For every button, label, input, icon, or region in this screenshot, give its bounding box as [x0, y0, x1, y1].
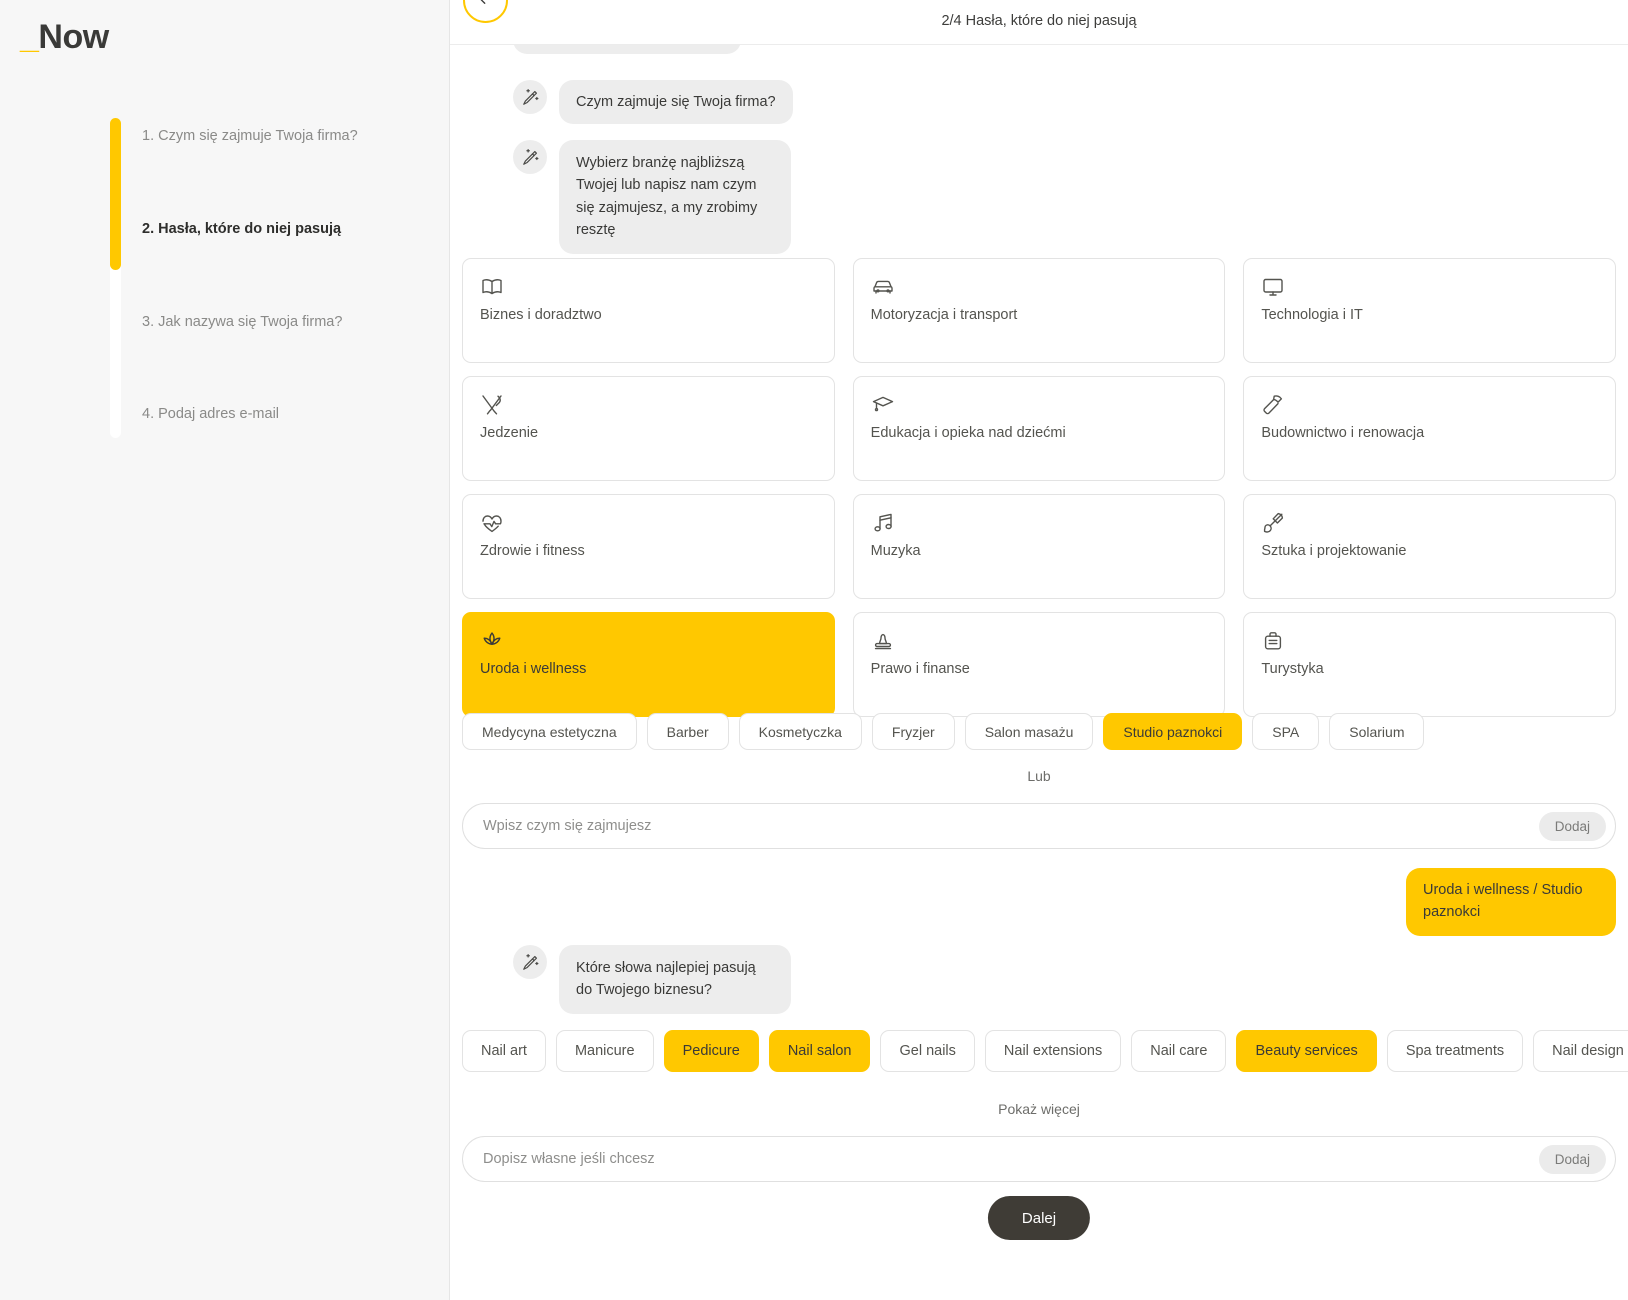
- keyword-chip-spa-treatments[interactable]: Spa treatments: [1386, 1030, 1524, 1072]
- subcategory-chip-medycyna-estetyczna[interactable]: Medycyna estetyczna: [462, 713, 637, 750]
- category-label: Turystyka: [1261, 661, 1324, 677]
- brand-name: Now: [38, 18, 109, 56]
- keyword-chip-row: Nail art Manicure Pedicure Nail salon Ge…: [462, 1030, 1628, 1072]
- car-icon: [871, 275, 895, 299]
- brand-logo: _Now: [20, 18, 109, 57]
- category-label: Muzyka: [870, 543, 921, 559]
- suitcase-icon: [1261, 629, 1285, 653]
- or-divider-label: Lub: [1027, 768, 1051, 784]
- arrow-left-icon: [476, 0, 495, 13]
- keyword-chip-beauty-services[interactable]: Beauty services: [1236, 1030, 1377, 1072]
- brand-underscore: _: [20, 18, 39, 56]
- category-card-uroda-i-wellness[interactable]: Uroda i wellness: [462, 612, 835, 717]
- keyword-add-button[interactable]: Dodaj: [1538, 1144, 1606, 1174]
- subcategory-chip-studio-paznokci[interactable]: Studio paznokci: [1103, 713, 1243, 750]
- category-label: Technologia i IT: [1261, 307, 1363, 323]
- sidebar-step-4[interactable]: 4. Podaj adres e-mail: [142, 406, 279, 422]
- sidebar: _Now 1. Czym się zajmuje Twoja firma? 2.…: [0, 0, 450, 1300]
- category-card-zdrowie-i-fitness[interactable]: Zdrowie i fitness: [462, 494, 835, 599]
- category-label: Jedzenie: [480, 425, 539, 441]
- category-label: Sztuka i projektowanie: [1261, 543, 1407, 559]
- assistant-message-text: Które słowa najlepiej pasują do Twojego …: [559, 945, 791, 1014]
- assistant-message-text: Czym zajmuje się Twoja firma?: [559, 80, 793, 125]
- industry-category-grid: Biznes i doradztwo Motoryzacja i transpo…: [462, 258, 1616, 717]
- category-card-prawo-i-finanse[interactable]: Prawo i finanse: [852, 612, 1226, 717]
- paint-brush-icon: [1261, 511, 1285, 535]
- keyword-chip-gel-nails[interactable]: Gel nails: [880, 1030, 975, 1072]
- category-card-motoryzacja-i-transport[interactable]: Motoryzacja i transport: [852, 258, 1226, 363]
- category-label: Biznes i doradztwo: [480, 307, 602, 323]
- user-message-text: Uroda i wellness / Studio paznokci: [1406, 868, 1616, 936]
- user-message-row: Uroda i wellness / Studio paznokci: [462, 868, 1616, 936]
- conversation-scroll: Czym zajmuje się Twoja firma? Wybierz br…: [450, 0, 1628, 1300]
- subcategory-chip-barber[interactable]: Barber: [646, 713, 729, 750]
- subcategory-chip-row: Medycyna estetyczna Barber Kosmetyczka F…: [462, 713, 1425, 750]
- category-card-turystyka[interactable]: Turystyka: [1243, 612, 1616, 717]
- heart-pulse-icon: [480, 511, 504, 535]
- subcategory-chip-fryzjer[interactable]: Fryzjer: [871, 713, 955, 750]
- category-card-budownictwo-i-renowacja[interactable]: Budownictwo i renowacja: [1243, 376, 1616, 481]
- keyword-input-row[interactable]: Dodaj: [462, 1136, 1616, 1182]
- subcategory-chip-solarium[interactable]: Solarium: [1329, 713, 1425, 750]
- category-label: Budownictwo i renowacja: [1261, 425, 1425, 441]
- category-card-edukacja-i-opieka-nad-dziecmi[interactable]: Edukacja i opieka nad dziećmi: [852, 376, 1226, 481]
- graduation-cap-icon: [871, 393, 895, 417]
- stamp-icon: [871, 629, 895, 653]
- category-card-sztuka-i-projektowanie[interactable]: Sztuka i projektowanie: [1243, 494, 1616, 599]
- category-label: Prawo i finanse: [870, 661, 970, 677]
- show-more-link[interactable]: Pokaż więcej: [462, 1101, 1616, 1117]
- industry-input-row[interactable]: Dodaj: [462, 803, 1616, 849]
- subcategory-chip-spa[interactable]: SPA: [1252, 713, 1320, 750]
- step-title: 2/4 Hasła, które do niej pasują: [941, 13, 1137, 29]
- next-button[interactable]: Dalej: [987, 1196, 1091, 1240]
- keyword-chip-nail-salon[interactable]: Nail salon: [768, 1030, 871, 1072]
- subcategory-chip-kosmetyczka[interactable]: Kosmetyczka: [738, 713, 862, 750]
- step-progress-fill: [110, 118, 121, 270]
- keyword-chip-manicure[interactable]: Manicure: [555, 1030, 654, 1072]
- category-label: Edukacja i opieka nad dziećmi: [870, 425, 1066, 441]
- subcategory-chip-salon-masazu[interactable]: Salon masażu: [964, 713, 1094, 750]
- keyword-chip-nail-extensions[interactable]: Nail extensions: [984, 1030, 1122, 1072]
- monitor-icon: [1261, 275, 1285, 299]
- topbar: 2/4 Hasła, które do niej pasują: [450, 0, 1628, 45]
- category-card-muzyka[interactable]: Muzyka: [852, 494, 1226, 599]
- sidebar-step-1[interactable]: 1. Czym się zajmuje Twoja firma?: [142, 128, 358, 144]
- keyword-chip-nail-art[interactable]: Nail art: [462, 1030, 546, 1072]
- assistant-message-2: Wybierz branżę najbliższą Twojej lub nap…: [513, 140, 791, 254]
- hammer-icon: [1261, 393, 1285, 417]
- keyword-chip-pedicure[interactable]: Pedicure: [663, 1030, 759, 1072]
- cutlery-icon: [480, 393, 504, 417]
- keyword-chip-nail-care[interactable]: Nail care: [1131, 1030, 1227, 1072]
- category-label: Zdrowie i fitness: [480, 543, 585, 559]
- magic-wand-icon: [513, 140, 547, 174]
- category-label: Uroda i wellness: [480, 661, 587, 677]
- onboarding-wizard: _Now 1. Czym się zajmuje Twoja firma? 2.…: [0, 0, 1628, 1300]
- book-icon: [480, 275, 504, 299]
- lotus-flower-icon: [480, 629, 504, 653]
- category-card-biznes-i-doradztwo[interactable]: Biznes i doradztwo: [462, 258, 835, 363]
- keyword-input[interactable]: [463, 1151, 1539, 1167]
- industry-add-button[interactable]: Dodaj: [1538, 811, 1606, 841]
- category-label: Motoryzacja i transport: [870, 307, 1018, 323]
- category-card-jedzenie[interactable]: Jedzenie: [462, 376, 835, 481]
- magic-wand-icon: [513, 80, 547, 114]
- assistant-message-3: Które słowa najlepiej pasują do Twojego …: [513, 945, 791, 1014]
- sidebar-step-3[interactable]: 3. Jak nazywa się Twoja firma?: [142, 314, 342, 330]
- sidebar-step-2[interactable]: 2. Hasła, które do niej pasują: [142, 221, 341, 237]
- industry-input[interactable]: [463, 818, 1539, 834]
- assistant-message-text: Wybierz branżę najbliższą Twojej lub nap…: [559, 140, 791, 254]
- assistant-message-1: Czym zajmuje się Twoja firma?: [513, 80, 793, 125]
- keyword-chip-nail-design[interactable]: Nail design: [1533, 1030, 1628, 1072]
- main-panel: Czym zajmuje się Twoja firma? Wybierz br…: [450, 0, 1628, 1300]
- magic-wand-icon: [513, 945, 547, 979]
- music-note-icon: [871, 511, 895, 535]
- category-card-technologia-i-it[interactable]: Technologia i IT: [1243, 258, 1616, 363]
